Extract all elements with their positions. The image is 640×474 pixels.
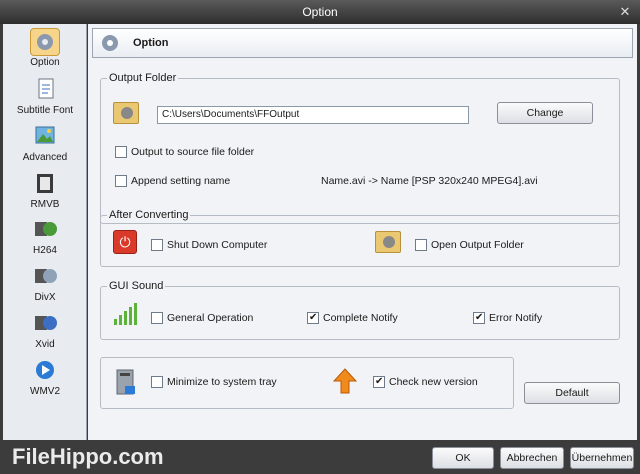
check-new-version-checkbox[interactable]: Check new version [373,375,478,389]
sidebar-item-label: Option [30,57,60,68]
sidebar-item-label: WMV2 [30,386,60,397]
sidebar-item-h264[interactable]: H264 [3,214,87,260]
sidebar-item-label: Subtitle Font [16,105,74,116]
checkbox-label: Error Notify [489,312,543,324]
minimize-to-tray-checkbox[interactable]: Minimize to system tray [151,375,277,389]
sidebar-item-option[interactable]: Option [3,26,87,72]
title-bar: Option ✕ [0,0,640,24]
checkbox-label: Output to source file folder [131,146,255,158]
advanced-icon [30,123,60,151]
checkbox-label: Minimize to system tray [167,376,277,388]
sidebar-item-rmvb[interactable]: RMVB [3,168,87,214]
main-panel: Option Output Folder C:\Users\Documents\… [88,24,637,440]
gui-sound-group: GUI Sound General Operation Complete Not… [100,280,620,340]
sidebar-item-label: Advanced [22,152,68,163]
checkbox-box[interactable] [151,312,163,324]
window-title: Option [302,5,338,19]
sidebar: Option Subtitle Font Advanced RMVB H264 … [3,24,87,440]
checkbox-box[interactable] [373,375,385,389]
folder-icon [113,102,139,124]
divx-icon [30,263,60,291]
default-button[interactable]: Default [524,382,620,404]
group-label: GUI Sound [107,280,166,292]
volume-bars-icon [113,301,139,330]
power-icon: ⏻ [113,230,137,254]
checkbox-box[interactable] [473,311,485,325]
sidebar-item-advanced[interactable]: Advanced [3,121,87,167]
append-setting-name-checkbox[interactable]: Append setting name [115,174,230,188]
close-icon[interactable]: ✕ [616,3,634,21]
checkbox-box[interactable] [151,239,163,251]
checkbox-box[interactable] [115,175,127,187]
update-arrow-icon [332,368,358,397]
checkbox-label: General Operation [167,312,254,324]
checkbox-label: Shut Down Computer [167,239,268,251]
sidebar-item-xvid[interactable]: Xvid [3,308,87,354]
checkbox-label: Check new version [389,376,478,388]
xvid-icon [30,310,60,338]
checkbox-box[interactable] [151,376,163,388]
checkbox-box[interactable] [115,146,127,158]
watermark: FileHippo.com [12,444,164,469]
sidebar-item-label: DivX [34,292,56,303]
checkbox-label: Open Output Folder [431,239,524,251]
after-converting-group: After Converting ⏻ Shut Down Computer Op… [100,209,620,267]
output-to-source-checkbox[interactable]: Output to source file folder [115,145,254,159]
sidebar-item-subtitle-font[interactable]: Subtitle Font [3,74,87,120]
apply-button[interactable]: Übernehmen [570,447,634,469]
output-path-input[interactable]: C:\Users\Documents\FFOutput [157,106,469,124]
option-icon [30,28,60,56]
checkbox-box[interactable] [415,239,427,251]
change-button[interactable]: Change [497,102,593,124]
output-folder-group: Output Folder C:\Users\Documents\FFOutpu… [100,72,620,224]
sidebar-item-wmv2[interactable]: WMV2 [3,355,87,401]
complete-notify-checkbox[interactable]: Complete Notify [307,311,398,325]
wmv2-icon [30,357,60,385]
shut-down-computer-checkbox[interactable]: Shut Down Computer [151,238,267,252]
error-notify-checkbox[interactable]: Error Notify [473,311,542,325]
subtitle-font-icon [30,76,60,104]
sidebar-item-label: H264 [33,245,57,256]
rmvb-icon [30,170,60,198]
general-operation-checkbox[interactable]: General Operation [151,311,253,325]
system-tray-icon [113,368,139,401]
cancel-button[interactable]: Abbrechen [500,447,564,469]
open-output-folder-checkbox[interactable]: Open Output Folder [415,238,524,252]
ok-button[interactable]: OK [432,447,494,469]
folder-icon [375,231,401,253]
sidebar-item-divx[interactable]: DivX [3,261,87,307]
page-header: Option [92,28,633,58]
group-label: Output Folder [107,72,179,84]
checkbox-box[interactable] [307,311,319,325]
group-label: After Converting [107,209,191,221]
append-example-text: Name.avi -> Name [PSP 320x240 MPEG4].avi [321,175,538,187]
sidebar-item-label: RMVB [30,199,60,210]
page-title: Option [133,37,169,49]
sidebar-item-label: Xvid [35,339,55,350]
option-icon [97,32,123,54]
h264-icon [30,216,60,244]
checkbox-label: Append setting name [131,175,231,187]
misc-group: Minimize to system tray Check new versio… [100,357,514,409]
checkbox-label: Complete Notify [323,312,398,324]
